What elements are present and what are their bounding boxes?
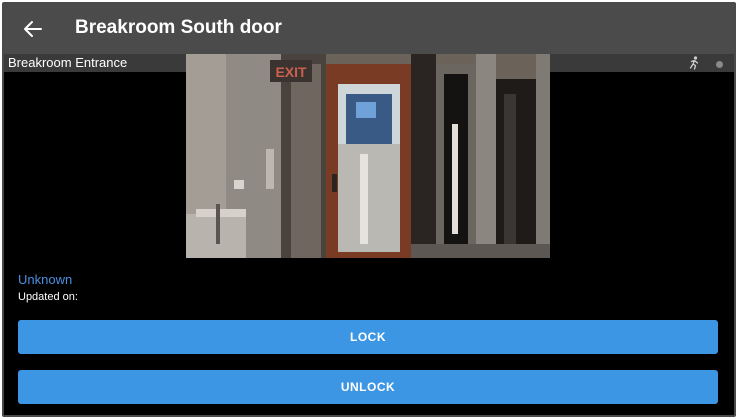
camera-feed[interactable]: EXIT bbox=[186, 54, 550, 258]
camera-feed-image: EXIT bbox=[186, 54, 550, 258]
unlock-button[interactable]: UNLOCK bbox=[18, 370, 718, 404]
app-window: Breakroom South door Breakroom Entrance bbox=[2, 2, 736, 417]
back-button[interactable] bbox=[18, 14, 48, 44]
lock-state: Unknown bbox=[18, 272, 73, 287]
updated-label: Updated on: bbox=[18, 291, 78, 303]
arrow-left-icon bbox=[24, 21, 42, 37]
camera-name: Breakroom Entrance bbox=[8, 55, 128, 70]
status-dot-icon bbox=[716, 61, 723, 68]
lock-button[interactable]: LOCK bbox=[18, 320, 718, 354]
exit-sign-text: EXIT bbox=[275, 64, 307, 80]
app-bar: Breakroom South door bbox=[4, 4, 734, 54]
page-title: Breakroom South door bbox=[75, 17, 282, 38]
running-person-icon bbox=[689, 56, 699, 70]
